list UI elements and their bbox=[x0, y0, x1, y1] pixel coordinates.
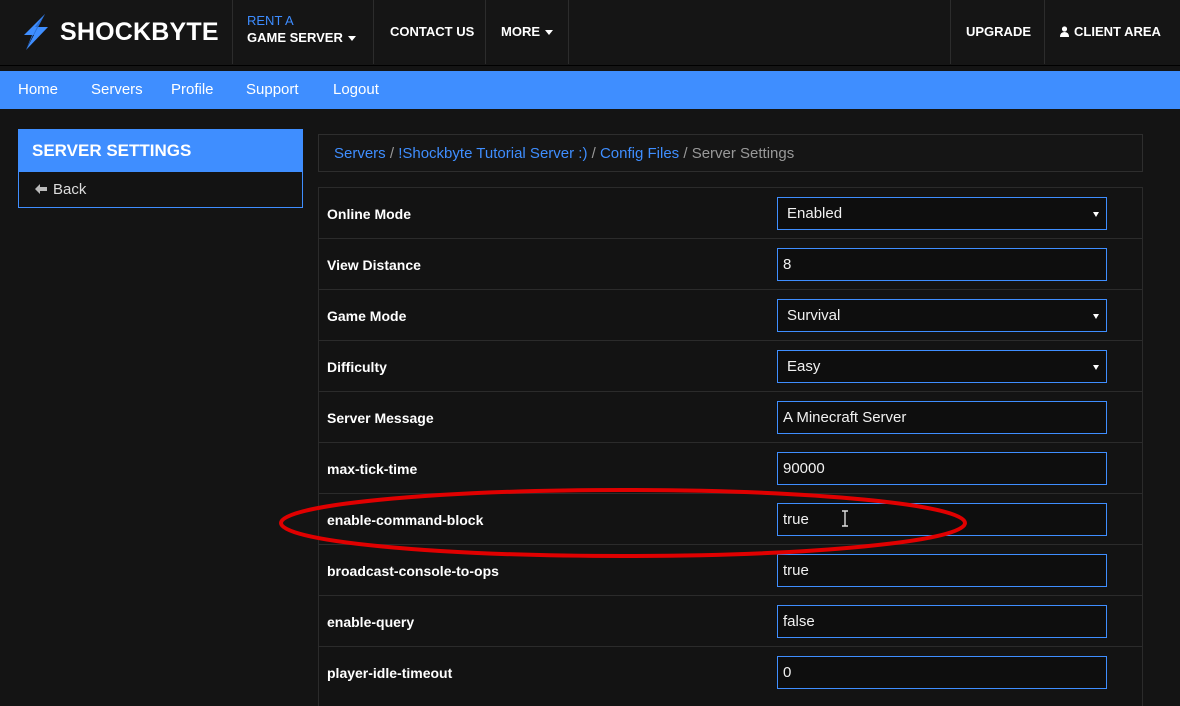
breadcrumb-current: Server Settings bbox=[691, 145, 795, 162]
setting-label: Server Message bbox=[327, 410, 434, 426]
setting-label: player-idle-timeout bbox=[327, 665, 453, 681]
client-area-link[interactable]: CLIENT AREA bbox=[1060, 24, 1161, 40]
setting-label: enable-query bbox=[327, 614, 415, 630]
user-icon bbox=[1060, 26, 1069, 37]
difficulty-select[interactable]: Easy bbox=[777, 350, 1107, 383]
setting-row-server-message: Server Message A Minecraft Server bbox=[318, 391, 1143, 442]
upgrade-link[interactable]: UPGRADE bbox=[966, 24, 1031, 40]
more-menu[interactable]: MORE bbox=[501, 24, 553, 40]
subnav-support[interactable]: Support bbox=[246, 81, 299, 99]
setting-label: View Distance bbox=[327, 257, 421, 273]
rent-small-label: RENT A bbox=[247, 13, 294, 28]
back-link[interactable]: Back bbox=[35, 181, 86, 199]
setting-row-game-mode: Game Mode Survival bbox=[318, 289, 1143, 340]
settings-table: Online Mode Enabled View Distance 8 Game… bbox=[318, 187, 1143, 706]
setting-label: Online Mode bbox=[327, 206, 411, 222]
player-idle-timeout-input[interactable]: 0 bbox=[777, 656, 1107, 689]
brand-logo[interactable]: SHOCKBYTE bbox=[0, 0, 232, 64]
setting-row-view-distance: View Distance 8 bbox=[318, 238, 1143, 289]
caret-down-icon bbox=[545, 30, 553, 36]
setting-row-enable-command-block: enable-command-block true bbox=[318, 493, 1143, 544]
breadcrumb-separator: / bbox=[389, 145, 395, 162]
client-area-label: CLIENT AREA bbox=[1074, 24, 1161, 39]
view-distance-input[interactable]: 8 bbox=[777, 248, 1107, 281]
nav-divider bbox=[1044, 0, 1045, 64]
breadcrumb-servers[interactable]: Servers bbox=[334, 145, 386, 162]
arrow-left-icon bbox=[35, 184, 47, 194]
game-mode-select[interactable]: Survival bbox=[777, 299, 1107, 332]
enable-command-block-input[interactable]: true bbox=[777, 503, 1107, 536]
sidebar-panel: Back bbox=[18, 172, 303, 208]
nav-divider bbox=[950, 0, 951, 64]
setting-label: max-tick-time bbox=[327, 461, 418, 477]
setting-row-online-mode: Online Mode Enabled bbox=[318, 187, 1143, 238]
more-label: MORE bbox=[501, 24, 540, 39]
rent-game-server-menu[interactable]: RENT A GAME SERVER bbox=[247, 13, 356, 46]
brand-name: SHOCKBYTE bbox=[60, 17, 219, 46]
server-message-input[interactable]: A Minecraft Server bbox=[777, 401, 1107, 434]
secondary-navbar: Home Servers Profile Support Logout bbox=[0, 71, 1180, 109]
setting-row-enable-query: enable-query false bbox=[318, 595, 1143, 646]
sidebar-title: SERVER SETTINGS bbox=[18, 129, 303, 172]
nav-divider bbox=[485, 0, 486, 64]
subnav-servers[interactable]: Servers bbox=[91, 81, 143, 99]
nav-divider bbox=[568, 0, 569, 64]
setting-label: Game Mode bbox=[327, 308, 407, 324]
breadcrumb-separator: / bbox=[683, 145, 688, 162]
breadcrumb-config-files[interactable]: Config Files bbox=[600, 145, 679, 162]
nav-divider bbox=[232, 0, 233, 64]
rent-big-label: GAME SERVER bbox=[247, 30, 343, 45]
caret-down-icon bbox=[347, 36, 356, 42]
setting-label: enable-command-block bbox=[327, 512, 484, 528]
broadcast-console-to-ops-input[interactable]: true bbox=[777, 554, 1107, 587]
subnav-home[interactable]: Home bbox=[18, 81, 58, 99]
top-navbar: SHOCKBYTE RENT A GAME SERVER CONTACT US … bbox=[0, 0, 1180, 66]
breadcrumb-server-name[interactable]: !Shockbyte Tutorial Server :) bbox=[398, 145, 587, 162]
online-mode-select[interactable]: Enabled bbox=[777, 197, 1107, 230]
setting-label: Difficulty bbox=[327, 359, 387, 375]
setting-row-player-idle-timeout: player-idle-timeout 0 bbox=[318, 646, 1143, 706]
lightning-bolt-icon bbox=[24, 14, 48, 50]
setting-row-max-tick-time: max-tick-time 90000 bbox=[318, 442, 1143, 493]
breadcrumb: Servers / !Shockbyte Tutorial Server :) … bbox=[318, 134, 1143, 172]
setting-row-broadcast-console-to-ops: broadcast-console-to-ops true bbox=[318, 544, 1143, 595]
subnav-profile[interactable]: Profile bbox=[171, 81, 214, 99]
enable-query-input[interactable]: false bbox=[777, 605, 1107, 638]
contact-us-link[interactable]: CONTACT US bbox=[390, 24, 474, 40]
back-label: Back bbox=[53, 181, 87, 198]
setting-row-difficulty: Difficulty Easy bbox=[318, 340, 1143, 391]
rent-big-wrap: GAME SERVER bbox=[247, 29, 356, 46]
subnav-logout[interactable]: Logout bbox=[333, 81, 379, 99]
max-tick-time-input[interactable]: 90000 bbox=[777, 452, 1107, 485]
setting-label: broadcast-console-to-ops bbox=[327, 563, 499, 579]
nav-divider bbox=[373, 0, 374, 64]
breadcrumb-separator: / bbox=[591, 145, 596, 162]
